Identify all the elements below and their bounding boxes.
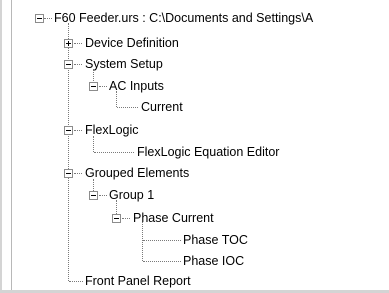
- collapse-toggle[interactable]: [64, 126, 73, 135]
- tree-node-grouped-elements[interactable]: Grouped Elements: [84, 165, 190, 181]
- collapse-toggle[interactable]: [112, 214, 121, 223]
- tree-node-phase-toc[interactable]: Phase TOC: [182, 232, 249, 248]
- tree-connector: [99, 86, 107, 87]
- tree-connector: [122, 218, 130, 219]
- minus-icon: [66, 173, 71, 174]
- tree-connector: [117, 107, 138, 108]
- tree-connector: [93, 136, 94, 152]
- tree-connector: [74, 64, 82, 65]
- minus-icon: [91, 86, 96, 87]
- panel-border: [0, 0, 2, 293]
- tree-node-root-file[interactable]: F60 Feeder.urs : C:\Documents and Settin…: [53, 10, 314, 26]
- tree-node-system-setup[interactable]: System Setup: [84, 56, 164, 72]
- tree-connector: [74, 173, 82, 174]
- tree-node-ac-inputs[interactable]: AC Inputs: [108, 78, 165, 94]
- tree-connector: [44, 18, 52, 19]
- tree-node-phase-current[interactable]: Phase Current: [132, 210, 215, 226]
- tree-node-flexlogic-equation-editor[interactable]: FlexLogic Equation Editor: [136, 144, 280, 160]
- minus-icon: [37, 18, 42, 19]
- tree-node-device-definition[interactable]: Device Definition: [84, 35, 180, 51]
- minus-icon: [91, 195, 96, 196]
- tree-connector: [143, 261, 181, 262]
- tree-connector: [142, 222, 143, 261]
- tree-node-current[interactable]: Current: [140, 99, 184, 115]
- tree-connector: [94, 152, 134, 153]
- collapse-toggle[interactable]: [64, 60, 73, 69]
- collapse-toggle[interactable]: [89, 191, 98, 200]
- minus-icon: [114, 218, 119, 219]
- collapse-toggle[interactable]: [35, 14, 44, 23]
- tree-connector: [69, 281, 83, 282]
- tree-node-group-1[interactable]: Group 1: [108, 187, 155, 203]
- minus-icon: [66, 130, 71, 131]
- tree-node-phase-ioc[interactable]: Phase IOC: [182, 253, 245, 269]
- expand-toggle[interactable]: [64, 39, 73, 48]
- tree-connector: [74, 43, 82, 44]
- tree-connector: [74, 130, 82, 131]
- tree-node-front-panel-report[interactable]: Front Panel Report: [84, 273, 192, 289]
- panel-border: [11, 0, 12, 293]
- tree-connector: [99, 195, 107, 196]
- tree-connector: [143, 240, 181, 241]
- collapse-toggle[interactable]: [89, 82, 98, 91]
- collapse-toggle[interactable]: [64, 169, 73, 178]
- tree-node-flexlogic[interactable]: FlexLogic: [84, 122, 140, 138]
- settings-tree[interactable]: F60 Feeder.urs : C:\Documents and Settin…: [0, 0, 389, 293]
- minus-icon: [66, 64, 71, 65]
